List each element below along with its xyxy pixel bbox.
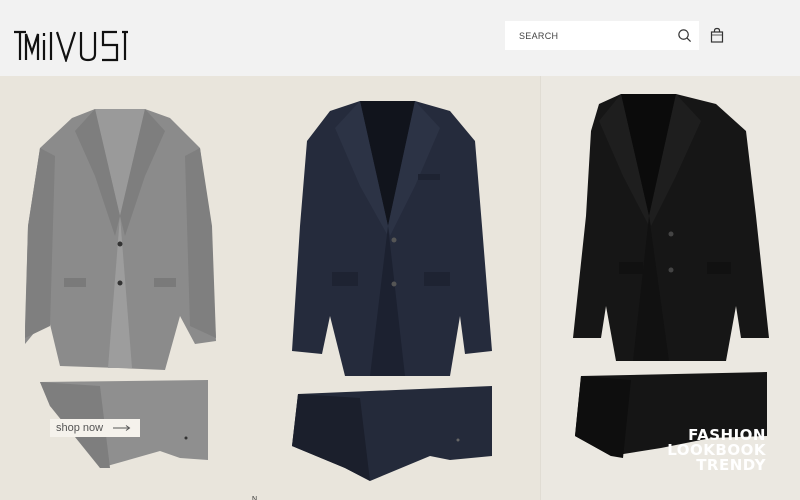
hero-banner: shop now FASHION LOOKBOOK TRENDY (0, 76, 800, 500)
shop-now-button[interactable]: shop now (50, 419, 140, 437)
navy-suit-image (292, 101, 492, 481)
site-header (0, 0, 800, 76)
product-panel-navy-suit[interactable] (270, 76, 540, 500)
brand-logo[interactable] (14, 28, 130, 62)
lookbook-line-3: TRENDY (696, 456, 766, 474)
shop-now-label: shop now (56, 422, 104, 434)
lookbook-heading: FASHION LOOKBOOK TRENDY (667, 428, 766, 473)
arrow-right-icon (113, 425, 131, 431)
footer-fragment: N (252, 496, 258, 500)
search-box (505, 21, 699, 50)
product-panel-grey-suit[interactable]: shop now (0, 76, 270, 500)
search-icon[interactable] (677, 28, 692, 43)
product-panel-black-suit[interactable]: FASHION LOOKBOOK TRENDY (541, 76, 800, 500)
search-input[interactable] (519, 21, 669, 50)
shopping-bag-icon[interactable] (709, 27, 725, 43)
